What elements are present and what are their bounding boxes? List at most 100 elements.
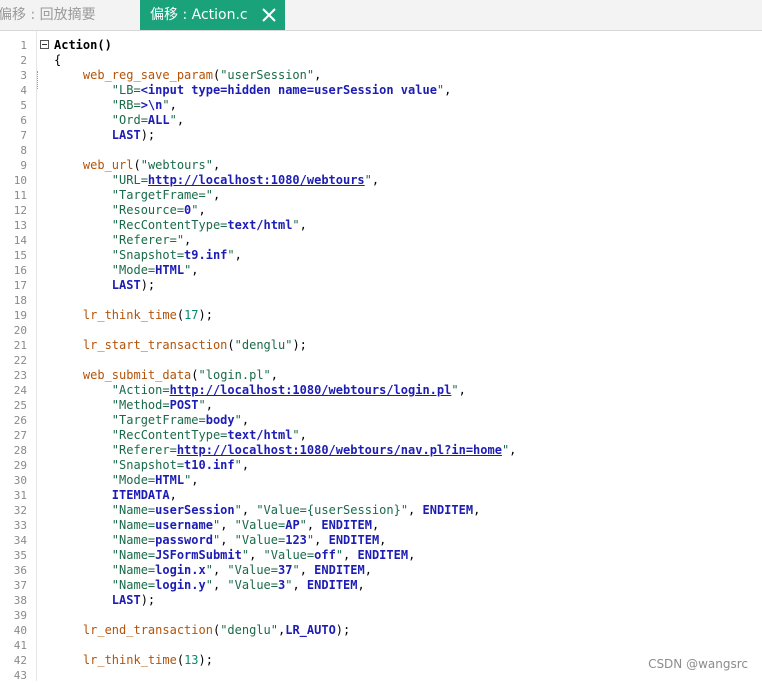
code-line[interactable]: 15 "Snapshot=t9.inf", [0, 248, 762, 263]
code-line[interactable]: 11 "TargetFrame=", [0, 188, 762, 203]
code-token[interactable]: http://localhost:1080/webtours [148, 173, 365, 187]
code-token: POST [169, 398, 199, 412]
tab-label: 偏移 : 回放摘要 [0, 7, 96, 23]
close-icon[interactable] [259, 5, 279, 25]
code-line[interactable]: 29 "Snapshot=t10.inf", [0, 458, 762, 473]
code-token: ENDITEM [321, 518, 372, 532]
code-line[interactable]: 3 web_reg_save_param("userSession", [0, 68, 762, 83]
code-line[interactable]: 28 "Referer=http://localhost:1080/webtou… [0, 443, 762, 458]
collapse-icon[interactable] [40, 40, 49, 49]
code-line[interactable]: 39 [0, 608, 762, 623]
line-number: 29 [13, 459, 27, 472]
line-number: 25 [13, 399, 27, 412]
code-line[interactable]: 38 LAST); [0, 593, 762, 608]
code-line[interactable]: 1 Action() [0, 38, 762, 53]
code-line[interactable]: 34 "Name=password", "Value=123", ENDITEM… [0, 533, 762, 548]
code-token: , [176, 113, 185, 127]
code-token: { [54, 53, 62, 67]
line-number: 34 [13, 534, 27, 547]
code-token: , [408, 503, 423, 517]
code-token: ENDITEM [328, 533, 380, 547]
code-line[interactable]: 13 "RecContentType=text/html", [0, 218, 762, 233]
code-token: "denglu" [234, 338, 293, 352]
line-number: 3 [20, 69, 27, 82]
code-line[interactable]: 31 ITEMDATA, [0, 488, 762, 503]
code-line[interactable]: 24 "Action=http://localhost:1080/webtour… [0, 383, 762, 398]
code-token[interactable]: http://localhost:1080/webtours/login.pl [170, 383, 452, 397]
line-number: 30 [13, 474, 27, 487]
code-line[interactable]: 37 "Name=login.y", "Value=3", ENDITEM, [0, 578, 762, 593]
code-line[interactable]: 27 "RecContentType=text/html", [0, 428, 762, 443]
tab-action-c[interactable]: 偏移 : Action.c [140, 0, 285, 30]
code-line[interactable]: 21 lr_start_transaction("denglu"); [0, 338, 762, 353]
code-text: web_submit_data("login.pl", [54, 368, 278, 383]
code-token: "Name= [111, 503, 156, 517]
code-token: LAST [111, 128, 141, 142]
code-token: 37 [278, 563, 293, 577]
code-token: " [191, 203, 199, 217]
code-token: " [451, 383, 459, 397]
code-line[interactable]: 26 "TargetFrame=body", [0, 413, 762, 428]
code-token: , [212, 158, 221, 172]
code-token: "RecContentType= [111, 428, 228, 442]
code-line[interactable]: 40 lr_end_transaction("denglu",LR_AUTO); [0, 623, 762, 638]
code-line[interactable]: 35 "Name=JSFormSubmit", "Value=off", END… [0, 548, 762, 563]
code-line[interactable]: 9 web_url("webtours", [0, 158, 762, 173]
code-line[interactable]: 5 "RB=>\n", [0, 98, 762, 113]
tab-replay-summary[interactable]: 偏移 : 回放摘要 [0, 0, 136, 30]
code-line[interactable]: 17 LAST); [0, 278, 762, 293]
line-number: 2 [20, 54, 27, 67]
code-token: ENDITEM [314, 563, 365, 577]
code-token: ( [176, 653, 185, 667]
code-token[interactable]: http://localhost:1080/webtours/nav.pl?in… [177, 443, 502, 457]
code-line[interactable]: 33 "Name=username", "Value=AP", ENDITEM, [0, 518, 762, 533]
code-line[interactable]: 16 "Mode=HTML", [0, 263, 762, 278]
code-line[interactable]: 32 "Name=userSession", "Value={userSessi… [0, 503, 762, 518]
code-line[interactable]: 2{ [0, 53, 762, 68]
line-number: 19 [13, 309, 27, 322]
code-line[interactable]: 6 "Ord=ALL", [0, 113, 762, 128]
code-token: , [241, 413, 250, 427]
code-line[interactable]: 18 [0, 293, 762, 308]
code-line[interactable]: 23 web_submit_data("login.pl", [0, 368, 762, 383]
code-line[interactable]: 36 "Name=login.x", "Value=37", ENDITEM, [0, 563, 762, 578]
code-token: "Mode= [111, 473, 156, 487]
code-text: "RB=>\n", [54, 98, 177, 113]
code-token: "RB= [111, 98, 141, 112]
line-number: 23 [13, 369, 27, 382]
code-line[interactable]: 19 lr_think_time(17); [0, 308, 762, 323]
code-token: " [234, 503, 242, 517]
code-line[interactable]: 10 "URL=http://localhost:1080/webtours", [0, 173, 762, 188]
code-token: , [371, 173, 380, 187]
code-line[interactable]: 25 "Method=POST", [0, 398, 762, 413]
line-number: 5 [20, 99, 27, 112]
code-line[interactable]: 20 [0, 323, 762, 338]
code-line[interactable]: 30 "Mode=HTML", [0, 473, 762, 488]
code-line[interactable]: 4 "LB=<input type=hidden name=userSessio… [0, 83, 762, 98]
code-token: lr_start_transaction [82, 338, 228, 352]
line-number: 33 [13, 519, 27, 532]
code-line[interactable]: 41 [0, 638, 762, 653]
code-token: username [155, 518, 213, 532]
line-number: 38 [13, 594, 27, 607]
code-text: web_reg_save_param("userSession", [54, 68, 321, 83]
code-line[interactable]: 7 LAST); [0, 128, 762, 143]
code-line[interactable]: 8 [0, 143, 762, 158]
code-line[interactable]: 14 "Referer=", [0, 233, 762, 248]
code-token: "Name= [111, 578, 156, 592]
code-token: , [169, 98, 177, 112]
code-line[interactable]: 12 "Resource=0", [0, 203, 762, 218]
line-number: 22 [13, 354, 27, 367]
code-line[interactable]: 22 [0, 353, 762, 368]
code-token: ENDITEM [422, 503, 474, 517]
code-token: ); [198, 653, 213, 667]
code-text: lr_end_transaction("denglu",LR_AUTO); [54, 623, 350, 638]
line-number: 20 [13, 324, 27, 337]
